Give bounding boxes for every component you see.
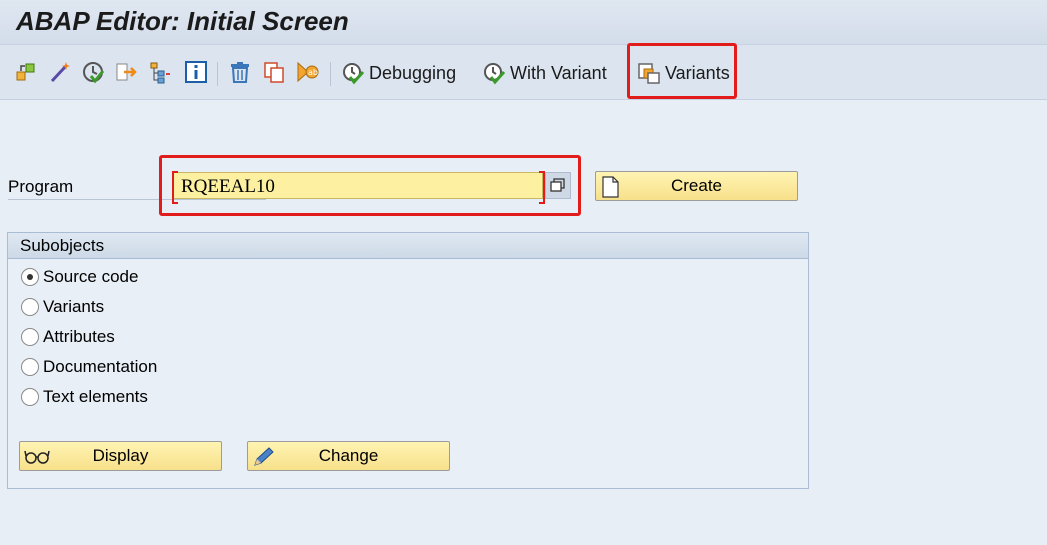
radio-documentation[interactable]: Documentation [21,355,157,379]
info-icon[interactable] [184,60,208,84]
create-button[interactable]: Create [595,171,798,201]
radio-button[interactable] [21,388,39,406]
new-document-icon [602,176,619,198]
radio-label: Variants [43,297,105,316]
radio-label: Documentation [43,357,158,376]
debug-clock-icon [343,63,365,85]
debugging-button[interactable]: Debugging [340,58,456,88]
radio-button[interactable] [21,268,39,286]
other-object-icon[interactable] [14,60,38,84]
pencil-icon [254,447,274,466]
delete-icon[interactable] [228,60,252,84]
variants-highlight-box [627,43,737,99]
radio-label: Source code [43,267,139,286]
toolbar-separator [217,62,218,86]
display-label: Display [92,446,149,465]
radio-label: Attributes [43,327,115,346]
radio-source-code[interactable]: Source code [21,265,138,289]
debugging-label: Debugging [369,62,457,83]
with-variant-button[interactable]: With Variant [481,58,607,88]
window-title: ABAP Editor: Initial Screen [16,6,349,36]
program-highlight-box [159,155,581,216]
rename-icon[interactable]: ab [295,60,319,84]
radio-button[interactable] [21,358,39,376]
create-label: Create [670,176,723,195]
with-variant-label: With Variant [510,62,607,83]
subobjects-title: Subobjects [8,233,808,259]
wizard-icon[interactable] [48,60,72,84]
where-used-icon[interactable] [114,60,138,84]
radio-attributes[interactable]: Attributes [21,325,115,349]
copy-icon[interactable] [262,60,286,84]
title-bar: ABAP Editor: Initial Screen [0,0,1047,45]
object-hierarchy-icon[interactable] [148,60,172,84]
display-button[interactable]: Display [19,441,222,471]
check-icon[interactable] [81,60,105,84]
change-label: Change [318,446,379,465]
radio-button[interactable] [21,298,39,316]
radio-text-elements[interactable]: Text elements [21,385,148,409]
radio-label: Text elements [43,387,148,406]
radio-variants[interactable]: Variants [21,295,104,319]
execute-clock-icon [484,63,506,85]
radio-button[interactable] [21,328,39,346]
svg-text:ab: ab [308,68,318,77]
subobjects-group: Subobjects Source code Variants Attribut… [7,232,809,489]
glasses-icon [24,450,50,464]
toolbar-separator [330,62,331,86]
change-button[interactable]: Change [247,441,450,471]
